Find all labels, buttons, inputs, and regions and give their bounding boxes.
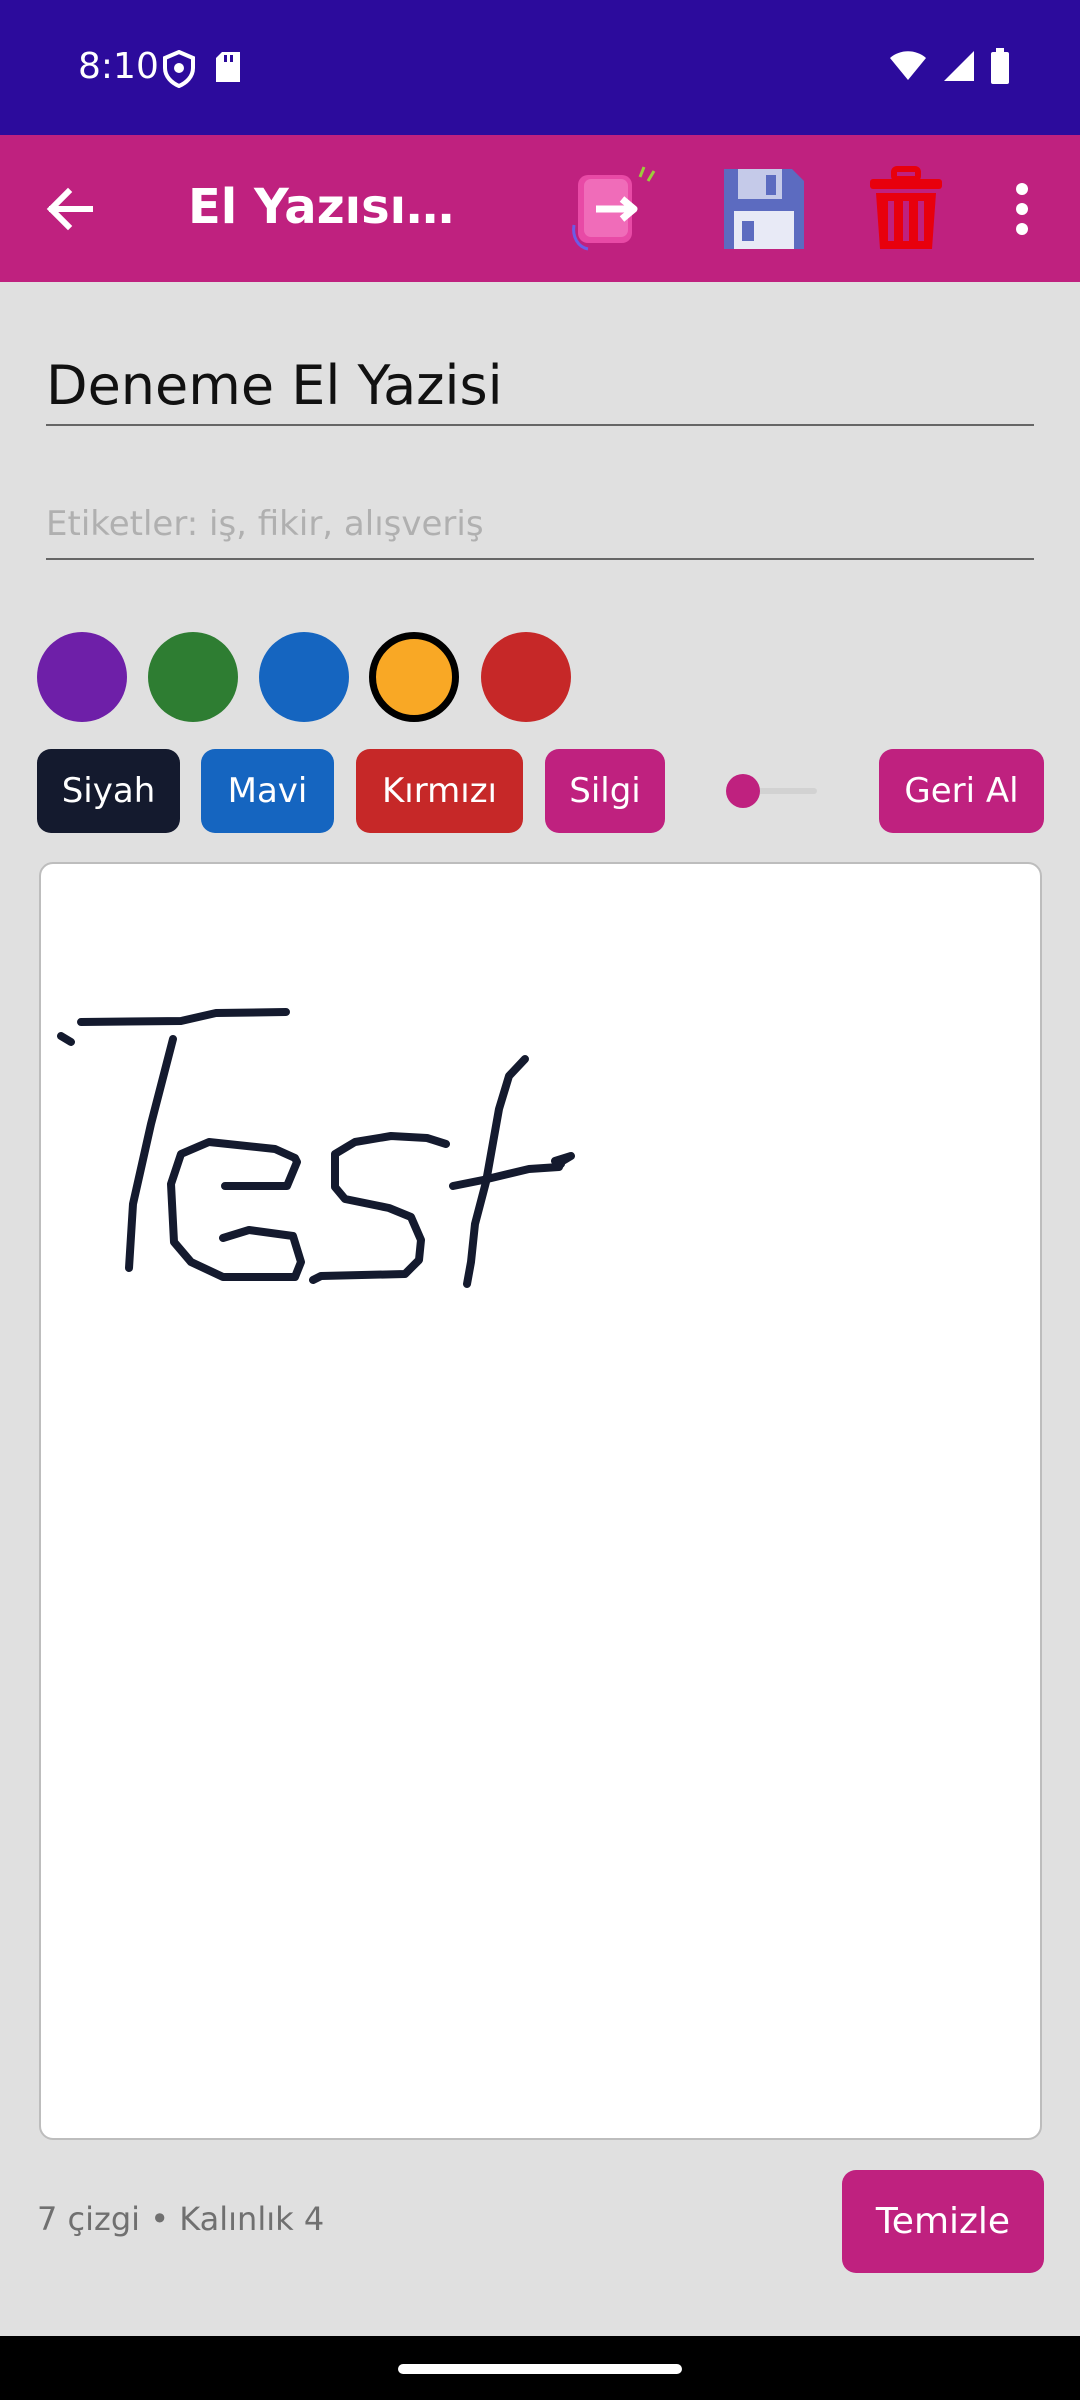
wifi-icon — [888, 50, 928, 86]
more-vert-icon — [1016, 183, 1028, 235]
status-bar: 8:10 — [0, 0, 1080, 135]
swatch-green[interactable] — [148, 632, 238, 722]
export-button[interactable] — [570, 163, 662, 255]
swatch-orange[interactable] — [369, 632, 459, 722]
swatch-red[interactable] — [481, 632, 571, 722]
home-gesture-handle[interactable] — [398, 2364, 682, 2374]
title-input[interactable]: Deneme El Yazisi — [46, 340, 1034, 426]
arrow-back-icon — [46, 187, 93, 231]
drawing-canvas[interactable] — [39, 862, 1042, 2140]
blue-pen-button[interactable]: Mavi — [201, 749, 334, 833]
stroke-count-status: 7 çizgi • Kalınlık 4 — [37, 2200, 325, 2238]
page-title: El Yazısını... — [188, 179, 488, 235]
tags-input[interactable]: Etiketler: iş, fikir, alışveriş — [46, 490, 1034, 560]
eraser-button[interactable]: Silgi — [545, 749, 665, 833]
clear-button[interactable]: Temizle — [842, 2170, 1044, 2273]
signal-icon — [942, 49, 976, 87]
undo-button[interactable]: Geri Al — [879, 749, 1044, 833]
shield-icon — [162, 49, 196, 92]
black-pen-button[interactable]: Siyah — [37, 749, 180, 833]
save-button[interactable] — [718, 163, 810, 255]
red-pen-button[interactable]: Kırmızı — [356, 749, 523, 833]
swatch-blue[interactable] — [259, 632, 349, 722]
battery-icon — [990, 48, 1010, 88]
delete-button[interactable] — [860, 163, 952, 255]
delete-icon — [870, 166, 942, 249]
save-icon — [724, 169, 804, 249]
back-button[interactable] — [40, 179, 100, 239]
status-time: 8:10 — [78, 46, 159, 87]
slider-thumb[interactable] — [726, 774, 760, 808]
more-options-button[interactable] — [1000, 179, 1044, 239]
swatch-purple[interactable] — [37, 632, 127, 722]
app-bar: El Yazısını... — [0, 135, 1080, 282]
handwriting-test — [57, 1008, 575, 1288]
export-icon — [572, 166, 656, 251]
sd-card-icon — [214, 50, 242, 92]
